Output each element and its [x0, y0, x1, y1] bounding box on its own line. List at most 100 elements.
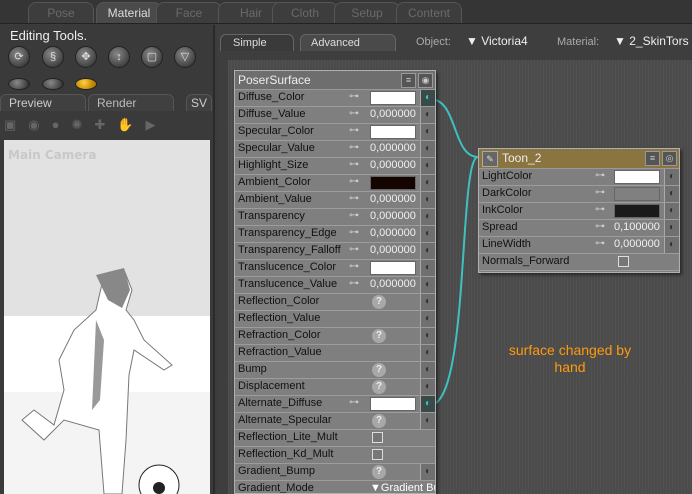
param-row[interactable]: Normals_Forward — [479, 254, 679, 271]
node-menu-icon[interactable]: ≡ — [645, 151, 660, 166]
param-row[interactable]: Gradient_Bump? ◐ — [235, 464, 435, 481]
color-swatch[interactable] — [370, 91, 416, 105]
param-row[interactable]: Bump? ◐ — [235, 362, 435, 379]
link-key-icon[interactable]: ⊶ — [349, 142, 359, 153]
input-plug-icon[interactable]: ◐ — [664, 237, 679, 253]
param-row[interactable]: Specular_Value ⊶ 0,000000 ◐ — [235, 141, 435, 158]
input-plug-icon[interactable]: ◐ — [664, 220, 679, 236]
checkbox[interactable] — [372, 432, 383, 443]
translate-in-out-tool-icon[interactable]: ↕ — [108, 46, 130, 68]
param-value[interactable]: 0,000000 — [370, 142, 416, 154]
param-row[interactable]: Reflection_Color? ◐ — [235, 294, 435, 311]
twist-tool-icon[interactable]: § — [42, 46, 64, 68]
param-row[interactable]: Reflection_Value ◐ — [235, 311, 435, 328]
color-swatch[interactable] — [370, 397, 416, 411]
param-dropdown[interactable]: ▼Gradient Bu — [370, 482, 435, 493]
node-header[interactable]: ✎ Toon_2 ≡ ◎ — [479, 149, 679, 169]
object-select[interactable]: ▼ Victoria4 — [466, 34, 528, 48]
input-plug-icon[interactable]: ◐ — [420, 192, 435, 208]
more-arrow-icon[interactable]: ▶ — [146, 117, 168, 132]
param-row[interactable]: LightColor ⊶ ◐ — [479, 169, 679, 186]
link-key-icon[interactable]: ⊶ — [349, 397, 359, 408]
question-icon[interactable]: ? — [372, 329, 386, 343]
sphere-icon[interactable]: ● — [52, 117, 72, 132]
link-key-icon[interactable]: ⊶ — [349, 176, 359, 187]
toon-node[interactable]: ✎ Toon_2 ≡ ◎ LightColor ⊶ ◐ DarkColor ⊶ ◐ InkCo… — [478, 148, 680, 273]
link-key-icon[interactable]: ⊶ — [349, 108, 359, 119]
input-plug-icon[interactable]: ◐ — [420, 396, 435, 412]
input-plug-icon[interactable]: ◐ — [420, 175, 435, 191]
param-row[interactable]: Alternate_Diffuse ⊶ ◐ — [235, 396, 435, 413]
tab-advanced[interactable]: Advanced — [300, 34, 396, 51]
scale-tool-icon[interactable]: ▢ — [141, 46, 163, 68]
link-key-icon[interactable]: ⊶ — [349, 159, 359, 170]
param-row[interactable]: Transparency_Falloff ⊶ 0,000000 ◐ — [235, 243, 435, 260]
link-key-icon[interactable]: ⊶ — [349, 210, 359, 221]
link-key-icon[interactable]: ⊶ — [349, 227, 359, 238]
taper-tool-icon[interactable]: ▽ — [174, 46, 196, 68]
color-swatch[interactable] — [614, 170, 660, 184]
preview-eye-icon[interactable]: ◉ — [418, 73, 433, 88]
link-key-icon[interactable]: ⊶ — [349, 244, 359, 255]
param-row[interactable]: Ambient_Value ⊶ 0,000000 ◐ — [235, 192, 435, 209]
param-row[interactable]: Highlight_Size ⊶ 0,000000 ◐ — [235, 158, 435, 175]
translate-tool-icon[interactable]: ✥ — [75, 46, 97, 68]
move-camera-icon[interactable]: ✚ — [94, 117, 117, 132]
tab-face[interactable]: Face — [156, 2, 222, 23]
color-swatch[interactable] — [370, 261, 416, 275]
material-ball-icon[interactable] — [75, 78, 97, 90]
checkbox[interactable] — [618, 256, 629, 267]
tab-cloth[interactable]: Cloth — [272, 2, 338, 23]
param-value[interactable]: 0,000000 — [370, 108, 416, 120]
input-plug-icon[interactable]: ◐ — [420, 141, 435, 157]
input-plug-icon[interactable]: ◐ — [664, 186, 679, 202]
param-row[interactable]: Translucence_Value ⊶ 0,000000 ◐ — [235, 277, 435, 294]
link-key-icon[interactable]: ⊶ — [595, 221, 605, 232]
param-row[interactable]: DarkColor ⊶ ◐ — [479, 186, 679, 203]
param-row[interactable]: Ambient_Color ⊶ ◐ — [235, 175, 435, 192]
input-plug-icon[interactable]: ◐ — [420, 243, 435, 259]
param-row[interactable]: Refraction_Value ◐ — [235, 345, 435, 362]
question-icon[interactable]: ? — [372, 414, 386, 428]
param-row[interactable]: LineWidth ⊶ 0,000000 ◐ — [479, 237, 679, 254]
param-row[interactable]: Spread ⊶ 0,100000 ◐ — [479, 220, 679, 237]
tool-icon[interactable] — [8, 78, 30, 90]
tab-setup[interactable]: Setup — [334, 2, 400, 23]
question-icon[interactable]: ? — [372, 465, 386, 479]
question-icon[interactable]: ? — [372, 363, 386, 377]
link-key-icon[interactable]: ⊶ — [595, 204, 605, 215]
node-menu-icon[interactable]: ≡ — [401, 73, 416, 88]
input-plug-icon[interactable]: ◐ — [420, 260, 435, 276]
param-value[interactable]: 0,000000 — [370, 210, 416, 222]
param-row[interactable]: Displacement? ◐ — [235, 379, 435, 396]
input-plug-icon[interactable]: ◐ — [420, 379, 435, 395]
param-value[interactable]: 0,000000 — [370, 193, 416, 205]
param-row[interactable]: Diffuse_Value ⊶ 0,000000 ◐ — [235, 107, 435, 124]
face-camera-icon[interactable]: ✺ — [72, 117, 95, 132]
param-value[interactable]: 0,000000 — [370, 244, 416, 256]
input-plug-icon[interactable]: ◐ — [420, 311, 435, 327]
param-row[interactable]: Transparency_Edge ⊶ 0,000000 ◐ — [235, 226, 435, 243]
question-icon[interactable]: ? — [372, 295, 386, 309]
link-key-icon[interactable]: ⊶ — [349, 278, 359, 289]
link-key-icon[interactable]: ⊶ — [349, 125, 359, 136]
hand-camera-icon[interactable]: ✋ — [117, 117, 145, 132]
input-plug-icon[interactable]: ◐ — [420, 345, 435, 361]
param-row[interactable]: Specular_Color ⊶ ◐ — [235, 124, 435, 141]
param-row[interactable]: Transparency ⊶ 0,000000 ◐ — [235, 209, 435, 226]
param-row[interactable]: Reflection_Kd_Mult — [235, 447, 435, 464]
link-key-icon[interactable]: ⊶ — [595, 238, 605, 249]
param-value[interactable]: 0,000000 — [614, 238, 660, 250]
tab-material[interactable]: Material — [96, 2, 162, 23]
param-row[interactable]: Translucence_Color ⊶ ◐ — [235, 260, 435, 277]
rotate-tool-icon[interactable]: ⟳ — [8, 46, 30, 68]
param-row[interactable]: InkColor ⊶ ◐ — [479, 203, 679, 220]
input-plug-icon[interactable]: ◐ — [420, 413, 435, 429]
link-key-icon[interactable]: ⊶ — [349, 91, 359, 102]
preview-icon[interactable]: ◎ — [662, 151, 677, 166]
param-row[interactable]: Gradient_Mode ▼Gradient Bu — [235, 481, 435, 493]
color-swatch[interactable] — [370, 125, 416, 139]
spot-light-icon[interactable]: ◉ — [28, 117, 51, 132]
input-plug-icon[interactable]: ◐ — [664, 203, 679, 219]
input-plug-icon[interactable]: ◐ — [420, 464, 435, 480]
